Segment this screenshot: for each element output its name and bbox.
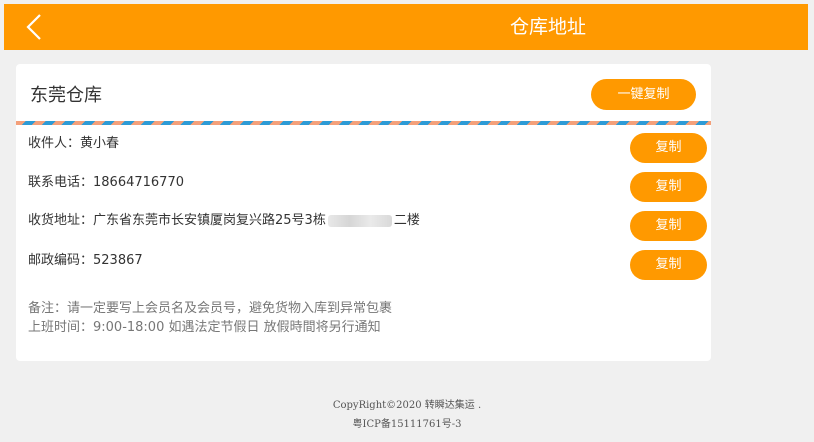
chevron-left-icon <box>26 14 41 40</box>
phone-row: 联系电话：18664716770 <box>28 175 184 191</box>
address-row: 收货地址：广东省东莞市长安镇厦岗复兴路25号3栋 二楼 <box>28 213 420 229</box>
icp-text: 粤ICP备15111761号-3 <box>352 419 462 430</box>
address-value: 广东省东莞市长安镇厦岗复兴路25号3栋 <box>93 213 326 228</box>
warehouse-name: 东莞仓库 <box>30 85 102 106</box>
postcode-row: 邮政编码：523867 <box>28 253 143 269</box>
copy-phone-button[interactable]: 复制 <box>630 172 707 202</box>
address-label: 收货地址： <box>28 213 94 228</box>
phone-label: 联系电话： <box>28 175 94 190</box>
warehouse-card: 东莞仓库 一键复制 收件人：黄小春 复制 联系电话：18664716770 复制… <box>16 64 711 361</box>
back-button[interactable] <box>20 12 48 42</box>
recipient-label: 收件人： <box>28 136 81 151</box>
divider-stripe <box>16 121 711 125</box>
recipient-value: 黄小春 <box>80 136 120 151</box>
copy-all-button[interactable]: 一键复制 <box>591 79 696 110</box>
address-suffix: 二楼 <box>393 213 420 228</box>
recipient-row: 收件人：黄小春 <box>28 136 119 152</box>
postcode-label: 邮政编码： <box>28 253 94 268</box>
top-bar: 仓库地址 <box>4 4 808 50</box>
copy-address-button[interactable]: 复制 <box>630 211 707 241</box>
redacted-text <box>327 214 392 227</box>
copy-postcode-button[interactable]: 复制 <box>630 250 707 280</box>
copyright-text: CopyRight©2020 转瞬达集运 . <box>332 400 482 411</box>
note-text: 备注：请一定要写上会员名及会员号，避免货物入库到异常包裹 <box>28 301 393 316</box>
postcode-value: 523867 <box>93 253 143 268</box>
page-title: 仓库地址 <box>510 16 587 38</box>
phone-value: 18664716770 <box>93 175 184 190</box>
hours-text: 上班时间：9:00-18:00 如遇法定节假日 放假時間将另行通知 <box>28 320 381 335</box>
copy-recipient-button[interactable]: 复制 <box>630 133 707 163</box>
